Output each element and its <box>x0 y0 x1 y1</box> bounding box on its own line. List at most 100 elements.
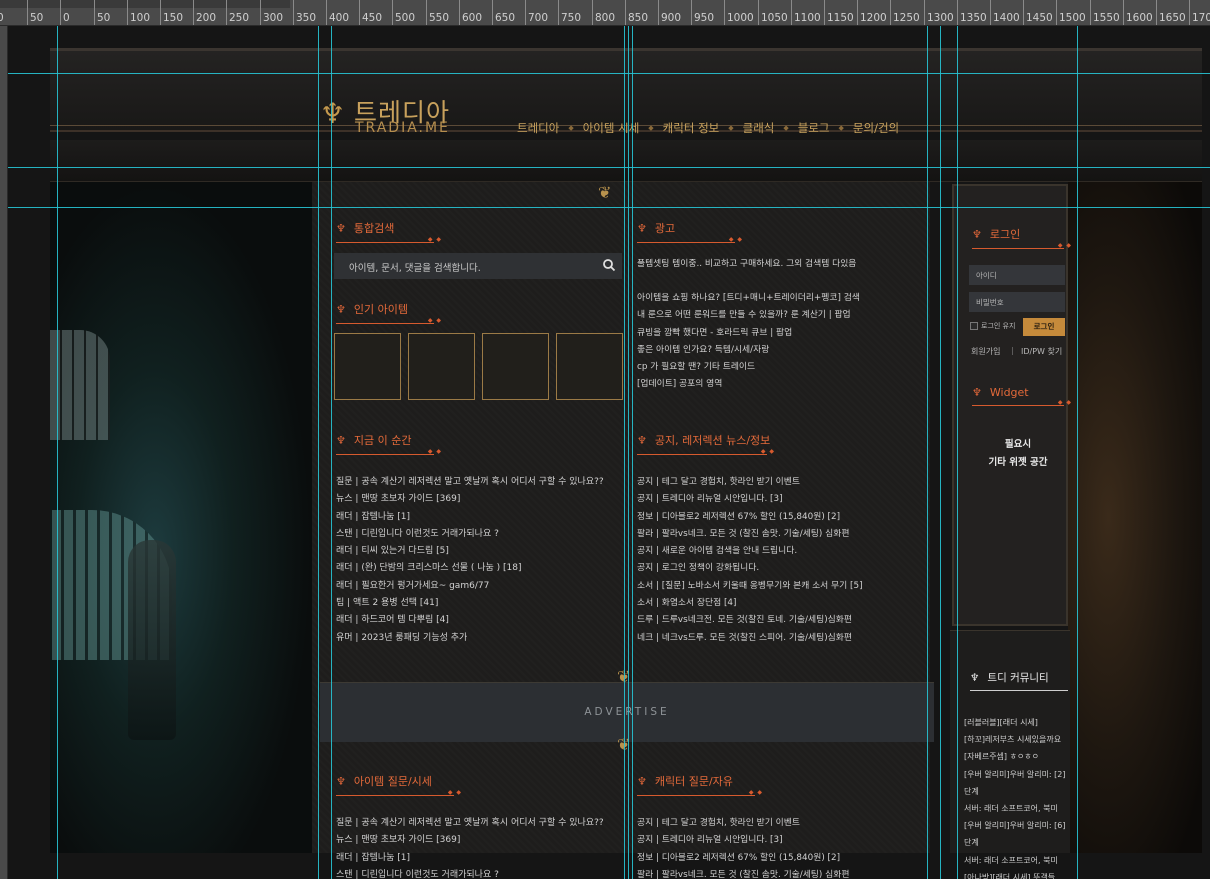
list-item[interactable]: 팔라 | 팔라vs네크. 모든 것 (찰진 솜맛. 기술/세팅) 심화편 <box>637 867 849 879</box>
ruler-label: 400 <box>329 12 350 24</box>
advertise-banner[interactable]: ADVERTISE <box>320 682 934 742</box>
list-item[interactable]: 질문 | 공속 계산기 레저렉션 말고 옛날꺼 혹시 어디서 구할 수 있나요?… <box>336 474 604 491</box>
search-icon[interactable] <box>602 258 616 272</box>
join-link[interactable]: 회원가입 <box>971 346 1000 357</box>
ad-list: 아이템을 쇼핑 하나요? [트디+매니+트레이더리+펭코] 검색 내 룬으로 어… <box>637 290 860 394</box>
popular-item-slot[interactable] <box>482 333 549 400</box>
list-item[interactable]: 뉴스 | 맨땅 초보자 가이드 [369] <box>336 832 604 849</box>
guide-line[interactable] <box>331 26 332 879</box>
list-item[interactable]: 래더 | 잡템나눔 [1] <box>336 509 604 526</box>
list-item[interactable]: 네크 | 네크vs드루. 모든 것(찰진 스피어. 기술/세팅)심화편 <box>637 630 863 647</box>
popular-item-slot[interactable] <box>556 333 623 400</box>
list-item[interactable]: 서버: 래더 소프트코어, 북미 <box>964 852 1066 869</box>
ruler-label: 250 <box>229 12 250 24</box>
login-button[interactable]: 로그인 <box>1023 318 1065 336</box>
list-item[interactable]: 큐빙을 깜빡 했다면 - 호라드릭 큐브 | 팝업 <box>637 325 860 342</box>
nav-item-item-price[interactable]: 아이템 시세 <box>583 120 640 136</box>
list-item[interactable]: [우버 알리미]우버 알리미: [2] <box>964 766 1066 783</box>
list-item[interactable]: 내 룬으로 어떤 룬워드를 만들 수 있을까? 룬 계산기 | 팝업 <box>637 307 860 324</box>
char-qa-section-head: ♆ 캐릭터 질문/자유 <box>637 773 763 796</box>
list-item[interactable]: cp 가 필요할 땐? 기타 트레이드 <box>637 359 860 376</box>
ruler-tick <box>924 0 925 25</box>
list-item[interactable]: 래더 | (완) 단밤의 크리스마스 선물 ( 나눔 ) [18] <box>336 560 604 577</box>
ruler-tick <box>592 0 593 25</box>
ruler-tick <box>1023 0 1024 25</box>
login-id-field[interactable]: 아이디 <box>969 265 1065 285</box>
nav-separator-icon: ◆ <box>728 124 734 132</box>
list-item[interactable]: 서버: 래더 소프트코어, 북미 <box>964 800 1066 817</box>
list-item[interactable]: 래더 | 하드코어 템 다뿌림 [4] <box>336 612 604 629</box>
list-item[interactable]: [아나방][래더 시세] 뚜갤들 <box>964 869 1066 879</box>
list-item[interactable]: 래더 | 잡템나눔 [1] <box>336 850 604 867</box>
ruler-selection <box>0 0 290 8</box>
login-password-field[interactable]: 비밀번호 <box>969 292 1065 312</box>
list-item[interactable]: [우버 알리미]우버 알리미: [6] <box>964 817 1066 834</box>
list-item[interactable]: 공지 | 테그 달고 경험치, 핫라인 받기 이벤트 <box>637 474 863 491</box>
list-item[interactable]: 아이템을 쇼핑 하나요? [트디+매니+트레이더리+펭코] 검색 <box>637 290 860 307</box>
link-separator: | <box>1011 346 1014 355</box>
ruler-tick <box>27 0 28 25</box>
search-section-title: 통합검색 <box>353 222 395 235</box>
list-item[interactable]: 좋은 아이템 인가요? 득템/시세/자랑 <box>637 342 860 359</box>
list-item[interactable]: 소서 | [질문] 노바소서 키울때 옹벵무기와 본캐 소서 무기 [5] <box>637 578 863 595</box>
list-item[interactable]: 드루 | 드루vs네크전. 모든 것(찰진 토네. 기술/세팅)심화편 <box>637 612 863 629</box>
list-item[interactable]: 정보 | 디아블로2 레저렉션 67% 할인 (15,840원) [2] <box>637 850 849 867</box>
section-divider <box>972 242 1072 249</box>
list-item[interactable]: 스탠 | 디린입니다 이런것도 거래가되나요 ? <box>336 867 604 879</box>
login-password-placeholder: 비밀번호 <box>976 298 1004 307</box>
list-item[interactable]: [업데이트] 공포의 영역 <box>637 376 860 393</box>
list-item[interactable]: 뉴스 | 맨땅 초보자 가이드 [369] <box>336 491 604 508</box>
nav-item-blog[interactable]: 블로그 <box>798 120 830 136</box>
nav-separator-icon: ◆ <box>783 124 789 132</box>
list-item[interactable]: 공지 | 트레디아 리뉴얼 시안입니다. [3] <box>637 832 849 849</box>
guide-line[interactable] <box>318 26 319 879</box>
ruler-label: 500 <box>395 12 416 24</box>
guide-line[interactable] <box>927 26 928 879</box>
guide-line[interactable] <box>940 26 941 879</box>
guide-line[interactable] <box>57 26 58 879</box>
search-section-head: ♆ 통합검색 <box>336 220 442 243</box>
guide-line[interactable] <box>632 26 633 879</box>
remember-login-checkbox[interactable] <box>970 322 978 330</box>
list-item[interactable]: 래더 | 티씨 있는거 다드림 [5] <box>336 543 604 560</box>
list-item[interactable]: 팁 | 액트 2 용병 선택 [41] <box>336 595 604 612</box>
list-item[interactable]: 스탠 | 디린입니다 이런것도 거래가되나요 ? <box>336 526 604 543</box>
nav-item-tradia[interactable]: 트레디아 <box>517 120 559 136</box>
list-item[interactable]: 공지 | 새로운 아이템 검색을 안내 드립니다. <box>637 543 863 560</box>
ruler-label: 1100 <box>794 12 821 24</box>
ad-section-title: 광고 <box>654 222 676 235</box>
list-item[interactable]: 래더 | 필요한거 펑거가세요~ gam6/77 <box>336 578 604 595</box>
list-item[interactable]: 질문 | 공속 계산기 레저렉션 말고 옛날꺼 혹시 어디서 구할 수 있나요?… <box>336 815 604 832</box>
guide-line[interactable] <box>8 207 1210 208</box>
ruler-tick <box>1189 0 1190 25</box>
nav-item-contact[interactable]: 문의/건의 <box>853 120 899 136</box>
ad-lead-text[interactable]: 풀템셋팅 템이중.. 비교하고 구매하세요. 그외 검색템 다있음 <box>637 256 856 273</box>
list-item[interactable]: 공지 | 로그인 정책이 강화됩니다. <box>637 560 863 577</box>
list-item[interactable]: 단계 <box>964 834 1066 851</box>
popular-item-slot[interactable] <box>334 333 401 400</box>
list-item[interactable]: 공지 | 테그 달고 경험치, 핫라인 받기 이벤트 <box>637 815 849 832</box>
guide-line[interactable] <box>624 26 625 879</box>
list-item[interactable]: [러블러블][래더 시세] <box>964 714 1066 731</box>
list-item[interactable]: 유머 | 2023년 룽패딩 기능성 추가 <box>336 630 604 647</box>
list-item[interactable]: 공지 | 트레디아 리뉴얼 시안입니다. [3] <box>637 491 863 508</box>
nav-item-character[interactable]: 캐릭터 정보 <box>663 120 720 136</box>
widget-section-title: Widget <box>989 386 1029 399</box>
list-item[interactable]: 단계 <box>964 783 1066 800</box>
popular-item-slot[interactable] <box>408 333 475 400</box>
list-item[interactable]: [하꼬]레저부츠 시세있을까요 <box>964 731 1066 748</box>
list-item[interactable]: 정보 | 디아블로2 레저렉션 67% 할인 (15,840원) [2] <box>637 509 863 526</box>
list-item[interactable]: 소서 | 화염소서 장단점 [4] <box>637 595 863 612</box>
guide-line[interactable] <box>1077 26 1078 879</box>
nav-item-classic[interactable]: 클래식 <box>743 120 775 136</box>
guide-line[interactable] <box>8 73 1210 74</box>
ruler-label: 200 <box>196 12 217 24</box>
list-item[interactable]: 팔라 | 팔라vs네크. 모든 것 (찰진 솜맛. 기술/세팅) 심화편 <box>637 526 863 543</box>
list-item[interactable]: [자베르주셈] ㅎㅇㅎㅇ <box>964 748 1066 765</box>
ruler-label: 300 <box>263 12 284 24</box>
search-input[interactable]: 아이템, 문서, 댓글을 검색합니다. <box>334 253 622 279</box>
find-account-link[interactable]: ID/PW 찾기 <box>1021 346 1062 357</box>
guide-line[interactable] <box>8 167 1210 168</box>
guide-line[interactable] <box>957 26 958 879</box>
guide-line[interactable] <box>628 26 629 879</box>
